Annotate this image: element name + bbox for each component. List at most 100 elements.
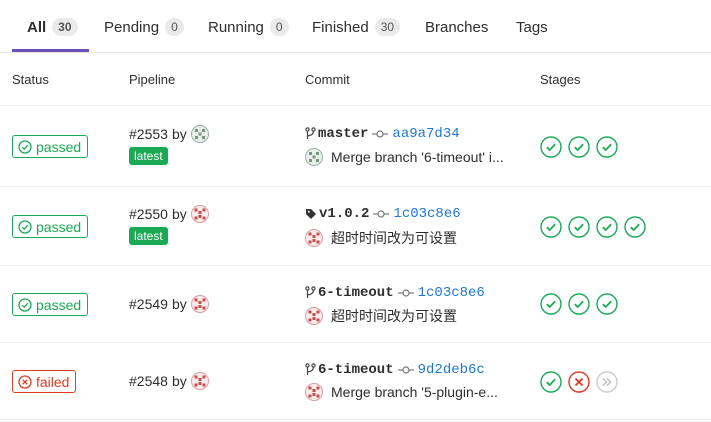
- pipeline-by: by: [171, 296, 187, 312]
- tag-icon: [306, 209, 316, 219]
- commit-message: 超时时间改为可设置: [305, 228, 457, 248]
- avatar[interactable]: [190, 205, 209, 223]
- avatar[interactable]: [305, 383, 323, 401]
- stage-success-icon[interactable]: [596, 136, 618, 158]
- row-divider: [0, 342, 711, 343]
- avatar[interactable]: [190, 125, 209, 143]
- stages: [540, 371, 624, 393]
- check-circle-icon: [18, 219, 32, 234]
- x-circle-icon: [18, 374, 32, 389]
- stage-success-icon[interactable]: [596, 293, 618, 315]
- tab-branches[interactable]: Branches: [425, 16, 488, 38]
- tab-all-label: All: [27, 18, 47, 36]
- pipeline-by: by: [171, 206, 187, 222]
- commit-ref: 6-timeout 9d2deb6c: [305, 362, 485, 378]
- pipeline-id: #2548 by: [129, 372, 209, 390]
- commit-sha[interactable]: 9d2deb6c: [418, 362, 485, 378]
- commit-sha[interactable]: 1c03c8e6: [393, 206, 460, 222]
- pipeline-link[interactable]: #2548: [129, 373, 168, 389]
- ref-name[interactable]: 6-timeout: [318, 362, 394, 378]
- tab-pending-label: Pending: [104, 18, 160, 36]
- pipeline-tabs: All 30 Pending 0 Running 0 Finished 30 B…: [0, 0, 711, 53]
- tab-finished-label: Finished: [312, 18, 369, 36]
- branch-icon: [305, 363, 316, 375]
- tab-running[interactable]: Running 0: [208, 16, 289, 38]
- avatar[interactable]: [190, 295, 209, 313]
- commit-icon: [397, 289, 414, 297]
- stages: [540, 216, 652, 238]
- avatar[interactable]: [305, 148, 323, 166]
- status-badge[interactable]: failed: [12, 370, 77, 393]
- header-status: Status: [12, 72, 49, 87]
- stage-success-icon[interactable]: [540, 371, 562, 393]
- status-badge[interactable]: passed: [12, 135, 89, 158]
- commit-icon: [397, 366, 414, 374]
- branch-icon: [305, 286, 316, 298]
- stage-success-icon[interactable]: [540, 136, 562, 158]
- header-commit: Commit: [305, 72, 350, 87]
- stage-success-icon[interactable]: [624, 216, 646, 238]
- header-stages: Stages: [540, 72, 581, 87]
- tab-running-label: Running: [208, 18, 264, 36]
- tab-finished[interactable]: Finished 30: [312, 16, 401, 38]
- branch-icon: [305, 127, 316, 139]
- status-badge[interactable]: passed: [12, 215, 89, 238]
- stage-success-icon[interactable]: [568, 136, 590, 158]
- avatar[interactable]: [305, 307, 323, 325]
- tab-tags[interactable]: Tags: [516, 16, 548, 38]
- pipeline-link[interactable]: #2549: [129, 296, 168, 312]
- commit-message: 超时时间改为可设置: [305, 306, 457, 326]
- header-pipeline: Pipeline: [129, 72, 176, 87]
- stages: [540, 293, 624, 315]
- commit-title[interactable]: Merge branch '5-plugin-e...: [331, 384, 498, 400]
- pipeline-id: #2550 by: [129, 205, 209, 223]
- commit-sha[interactable]: 1c03c8e6: [418, 285, 485, 301]
- status-label: failed: [36, 373, 70, 390]
- active-tab-indicator: [12, 49, 89, 52]
- row-divider: [0, 419, 711, 420]
- pipeline-by: by: [171, 373, 187, 389]
- commit-ref: 6-timeout 1c03c8e6: [305, 285, 485, 301]
- latest-badge: latest: [129, 227, 168, 245]
- stage-success-icon[interactable]: [540, 293, 562, 315]
- tab-running-count: 0: [269, 18, 289, 36]
- avatar[interactable]: [305, 229, 323, 247]
- tab-pending-count: 0: [165, 18, 184, 36]
- ref-name[interactable]: master: [318, 126, 368, 142]
- tab-branches-label: Branches: [425, 18, 489, 36]
- check-circle-icon: [18, 297, 32, 312]
- pipeline-link[interactable]: #2553: [129, 126, 168, 142]
- row-divider: [0, 265, 711, 266]
- stage-success-icon[interactable]: [568, 216, 590, 238]
- status-label: passed: [36, 296, 82, 313]
- row-divider: [0, 186, 711, 187]
- commit-title[interactable]: 超时时间改为可设置: [331, 228, 457, 248]
- tab-finished-count: 30: [374, 18, 401, 36]
- tab-all-count: 30: [52, 18, 78, 36]
- tab-all[interactable]: All 30: [27, 16, 78, 38]
- ref-name[interactable]: v1.0.2: [319, 206, 369, 222]
- stage-skipped-icon[interactable]: [596, 371, 618, 393]
- pipeline-id: #2553 by: [129, 125, 209, 143]
- stage-failed-icon[interactable]: [568, 371, 590, 393]
- tab-pending[interactable]: Pending 0: [104, 16, 184, 38]
- status-label: passed: [36, 138, 82, 155]
- stage-success-icon[interactable]: [596, 216, 618, 238]
- commit-message: Merge branch '5-plugin-e...: [305, 383, 498, 401]
- commit-icon: [372, 130, 389, 138]
- pipeline-by: by: [171, 126, 187, 142]
- commit-message: Merge branch '6-timeout' i...: [305, 148, 504, 166]
- avatar[interactable]: [190, 372, 209, 390]
- ref-name[interactable]: 6-timeout: [318, 285, 394, 301]
- commit-ref: v1.0.2 1c03c8e6: [305, 206, 461, 222]
- stage-success-icon[interactable]: [568, 293, 590, 315]
- commit-title[interactable]: Merge branch '6-timeout' i...: [331, 149, 504, 165]
- status-badge[interactable]: passed: [12, 293, 89, 316]
- tab-tags-label: Tags: [516, 18, 548, 36]
- pipeline-id: #2549 by: [129, 295, 209, 313]
- commit-title[interactable]: 超时时间改为可设置: [331, 306, 457, 326]
- pipeline-link[interactable]: #2550: [129, 206, 168, 222]
- stage-success-icon[interactable]: [540, 216, 562, 238]
- latest-badge: latest: [129, 147, 168, 165]
- commit-sha[interactable]: aa9a7d34: [392, 126, 459, 142]
